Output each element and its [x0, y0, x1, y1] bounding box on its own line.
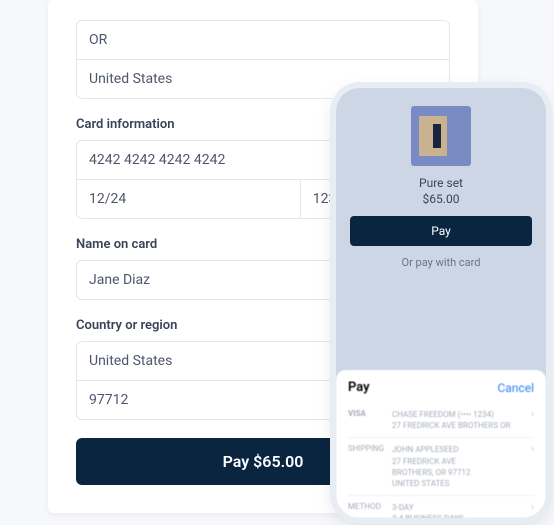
- card-details: CHASE FREEDOM (•••• 1234)27 FREDRICK AVE…: [392, 409, 531, 431]
- apple-pay-sheet: Pay Cancel VISA CHASE FREEDOM (•••• 1234…: [336, 370, 546, 518]
- card-expiry-input[interactable]: [77, 179, 301, 218]
- visa-icon: VISA: [348, 409, 392, 418]
- sheet-title: Pay: [348, 380, 370, 395]
- sheet-row-shipping[interactable]: SHIPPING JOHN APPLESEED27 FREDRICK AVEBR…: [348, 438, 534, 496]
- state-input[interactable]: [77, 21, 449, 59]
- phone-mockup: Pure set $65.00 Pay Or pay with card Pay…: [336, 88, 546, 518]
- chevron-right-icon: ›: [531, 444, 534, 455]
- method-details: 3-DAY3-4 BUSINESS DAYS: [392, 502, 531, 518]
- product-image: [411, 106, 471, 166]
- chevron-right-icon: ›: [531, 409, 534, 420]
- or-divider: Or pay with card: [350, 256, 532, 269]
- method-label: METHOD: [348, 502, 392, 511]
- sheet-row-card[interactable]: VISA CHASE FREEDOM (•••• 1234)27 FREDRIC…: [348, 403, 534, 438]
- product-price: $65.00: [350, 192, 532, 206]
- shipping-label: SHIPPING: [348, 444, 392, 453]
- apple-pay-button[interactable]: Pay: [350, 216, 532, 246]
- cancel-button[interactable]: Cancel: [497, 381, 534, 395]
- chevron-right-icon: ›: [531, 502, 534, 513]
- shipping-details: JOHN APPLESEED27 FREDRICK AVEBROTHERS, O…: [392, 444, 531, 489]
- sheet-row-method[interactable]: METHOD 3-DAY3-4 BUSINESS DAYS ›: [348, 496, 534, 518]
- product-name: Pure set: [350, 176, 532, 190]
